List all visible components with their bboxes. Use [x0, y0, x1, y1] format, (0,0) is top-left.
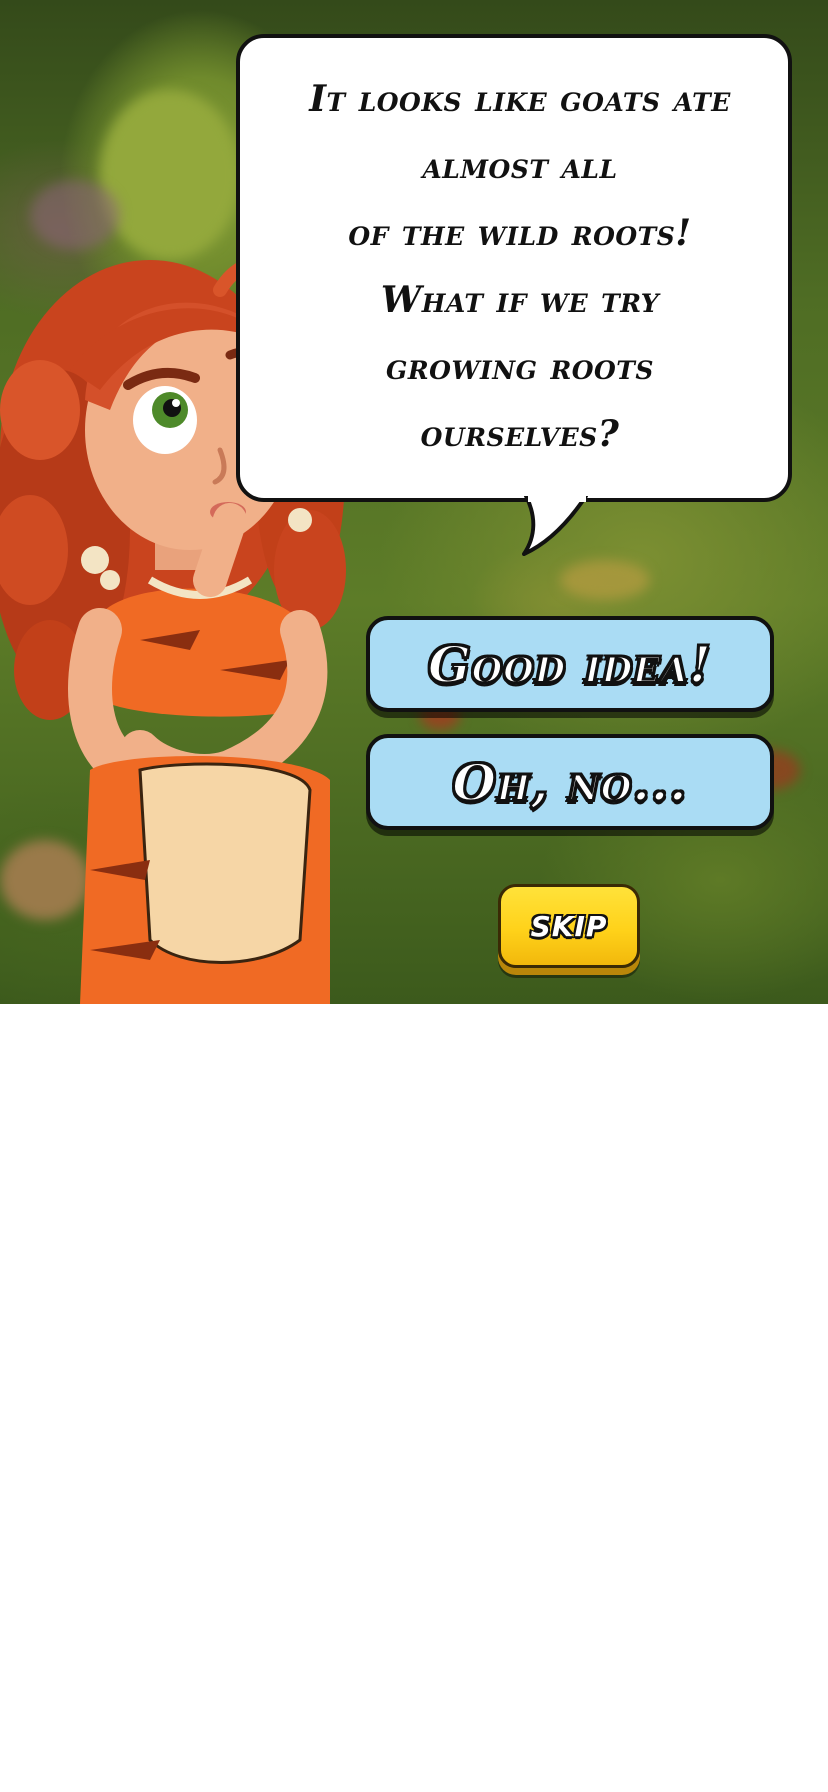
background-patch: [560, 560, 650, 600]
dialog-line: ourselves?: [420, 413, 620, 455]
choice-label: Good idea!: [427, 634, 712, 695]
background-flower: [30, 180, 120, 250]
skip-button[interactable]: SKIP: [498, 884, 640, 968]
dialog-line: almost all: [422, 145, 618, 187]
choice-label: Oh, no...: [451, 752, 688, 813]
background-bush: [100, 90, 240, 260]
dialog-line: of the wild roots!: [348, 212, 692, 254]
speech-bubble-tail: [522, 496, 588, 556]
choice-good-idea-button[interactable]: Good idea!: [366, 616, 774, 712]
skip-label: SKIP: [530, 909, 608, 943]
choice-oh-no-button[interactable]: Oh, no...: [366, 734, 774, 830]
blank-area: [0, 1004, 828, 1792]
dialog-line: What if we try: [380, 279, 660, 321]
dialog-text: It looks like goats ate almost all of th…: [260, 66, 780, 468]
dialog-line: growing roots: [386, 346, 654, 388]
dialog-line: It looks like goats ate: [309, 78, 731, 120]
